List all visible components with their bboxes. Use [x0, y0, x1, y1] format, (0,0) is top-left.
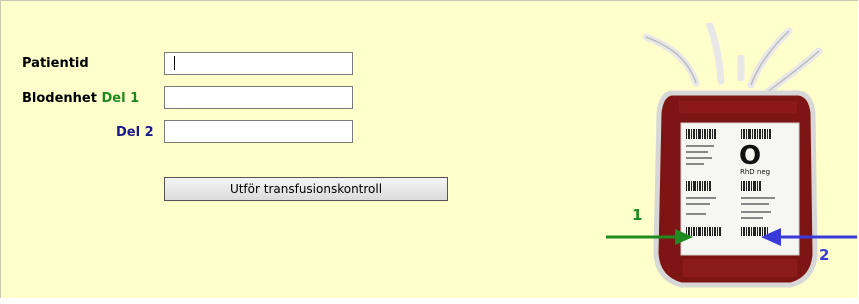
- text-cursor: [174, 56, 175, 70]
- blood-type-glyph: O: [739, 141, 761, 171]
- patient-id-label: Patientid: [22, 56, 89, 71]
- callout-1: 1: [632, 206, 643, 224]
- part-1-label: Del 1: [101, 91, 140, 106]
- arrow-1: [606, 229, 693, 245]
- blood-unit-text: Blodenhet: [22, 91, 97, 106]
- rh-type-text: RhD neg: [740, 168, 770, 176]
- blood-unit-part-2-input[interactable]: [164, 120, 353, 143]
- arrow-2: [761, 228, 857, 246]
- blood-unit-label: Blodenhet Del 1: [22, 91, 139, 106]
- blood-unit-part-1-input[interactable]: [164, 86, 353, 109]
- transfusion-control-panel: Patientid Blodenhet Del 1 Del 2 Utför tr…: [0, 0, 858, 298]
- part-2-label: Del 2: [116, 125, 154, 140]
- patient-id-input[interactable]: [164, 52, 353, 75]
- bag-tubes: [642, 19, 823, 97]
- perform-transfusion-check-button[interactable]: Utför transfusionskontroll: [164, 177, 448, 201]
- callout-2: 2: [819, 246, 830, 264]
